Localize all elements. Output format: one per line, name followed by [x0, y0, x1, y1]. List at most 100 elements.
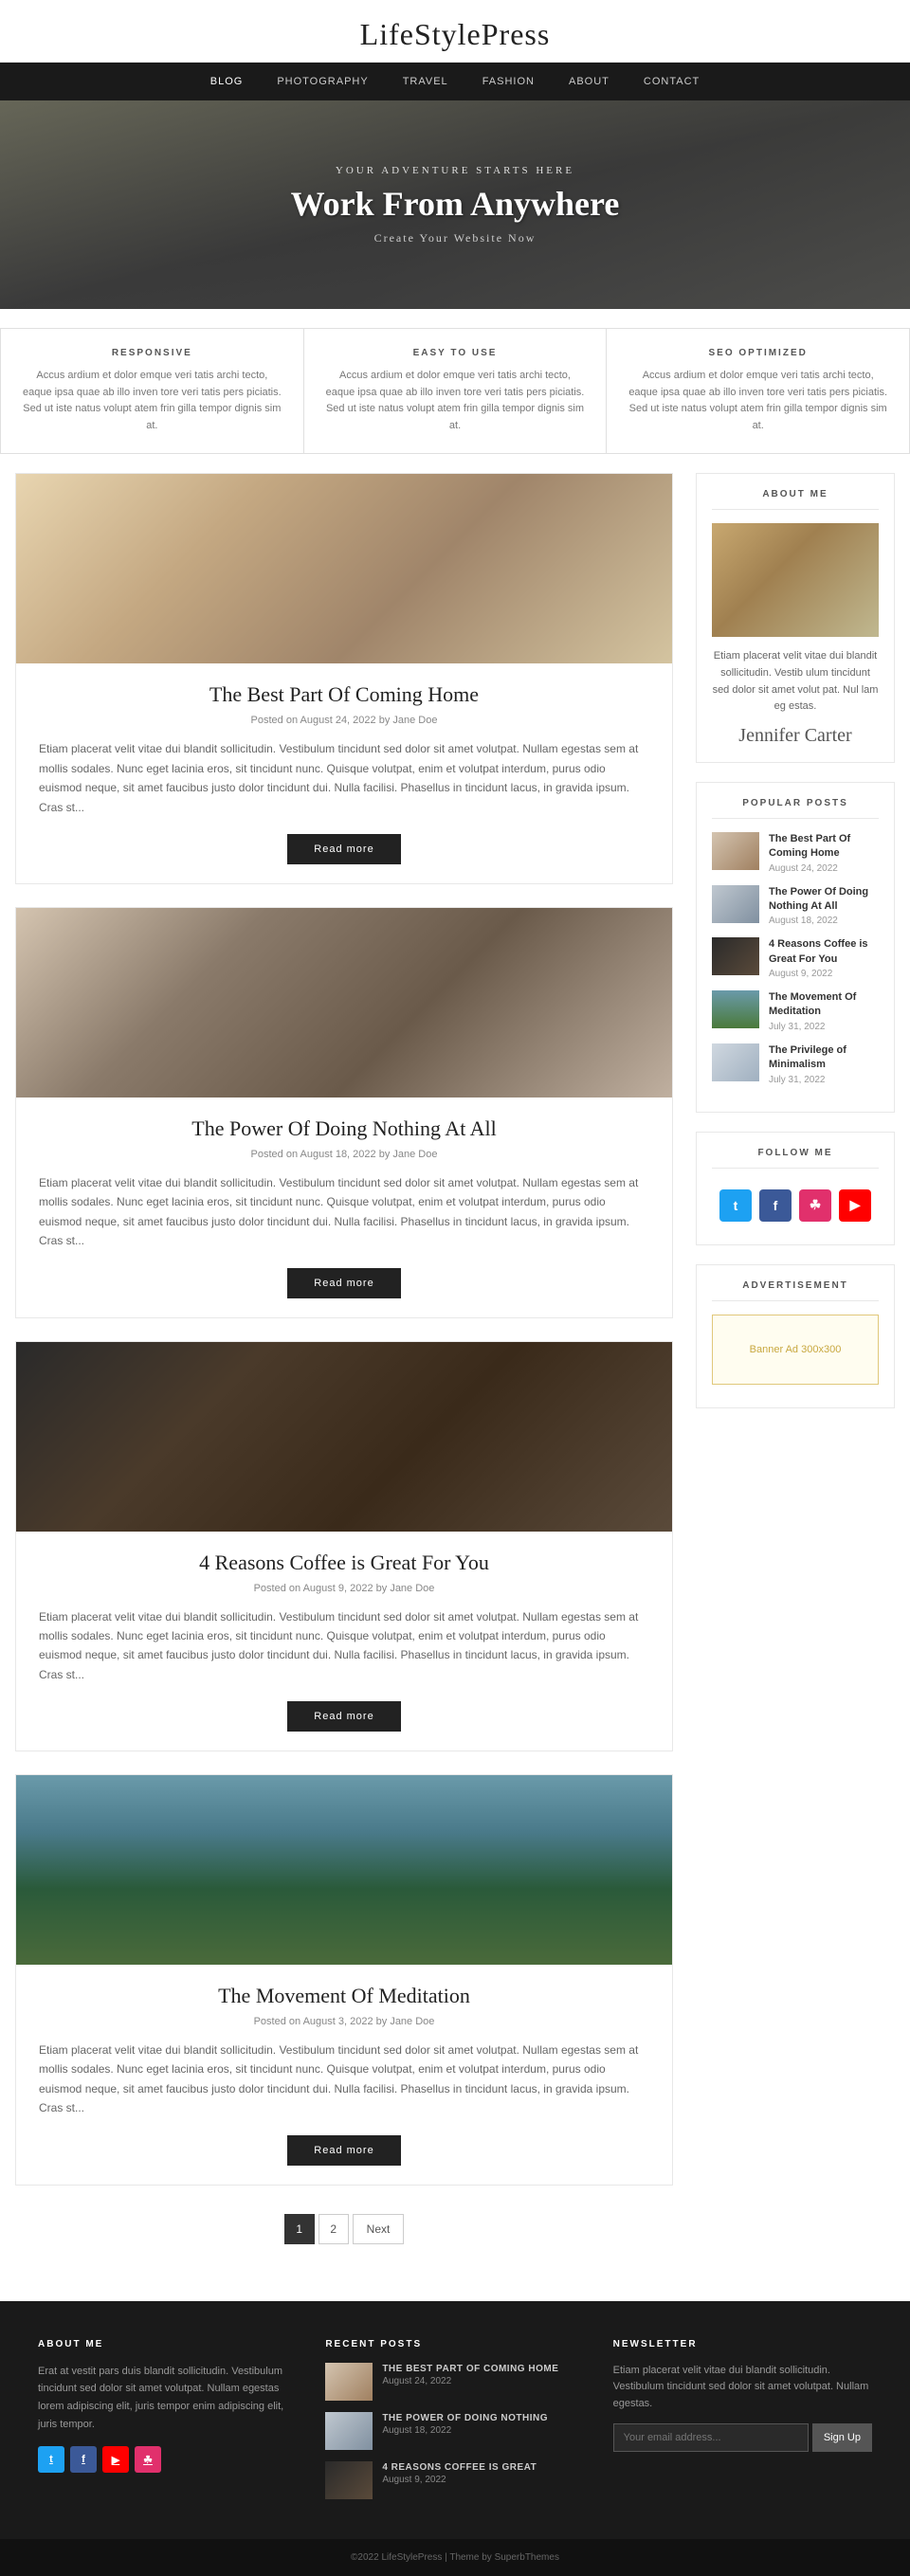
popular-title-5[interactable]: The Privilege of Minimalism [769, 1043, 879, 1073]
nav-item-photography[interactable]: PHOTOGRAPHY [260, 63, 385, 100]
hero-title: Work From Anywhere [291, 184, 620, 224]
feature-seo-text: Accus ardium et dolor emque veri tatis a… [628, 368, 888, 434]
footer-recent-thumb-3 [325, 2461, 373, 2499]
footer-about-widget: ABOUT ME Erat at vestit pars duis blandi… [38, 2339, 297, 2511]
footer-youtube-icon[interactable]: ▶ [102, 2446, 129, 2473]
feature-responsive-text: Accus ardium et dolor emque veri tatis a… [22, 368, 282, 434]
post-image-4 [16, 1775, 672, 1965]
footer: ABOUT ME Erat at vestit pars duis blandi… [0, 2301, 910, 2576]
popular-title-3[interactable]: 4 Reasons Coffee is Great For You [769, 937, 879, 967]
footer-recent-title-2[interactable]: THE POWER OF DOING NOTHING [382, 2412, 548, 2425]
post-card-4: The Movement Of Meditation Posted on Aug… [15, 1774, 673, 2186]
post-title-3: 4 Reasons Coffee is Great For You [39, 1551, 649, 1575]
post-image-3 [16, 1342, 672, 1532]
post-title-4: The Movement Of Meditation [39, 1984, 649, 2008]
footer-about-title: ABOUT ME [38, 2339, 297, 2349]
feature-easy: EASY TO USE Accus ardium et dolor emque … [304, 329, 608, 453]
twitter-icon[interactable]: t [719, 1189, 752, 1222]
popular-date-3: August 9, 2022 [769, 969, 879, 979]
post-meta-1: Posted on August 24, 2022 by Jane Doe [39, 715, 649, 726]
footer-bottom: ©2022 LifeStylePress | Theme by SuperbTh… [0, 2539, 910, 2576]
instagram-icon[interactable]: ☘ [799, 1189, 831, 1222]
popular-post-2: The Power Of Doing Nothing At All August… [712, 885, 879, 927]
site-header: LifeStylePress [0, 0, 910, 63]
popular-posts-widget: POPULAR POSTS The Best Part Of Coming Ho… [696, 782, 895, 1113]
post-card-1: The Best Part Of Coming Home Posted on A… [15, 473, 673, 884]
post-image-2 [16, 908, 672, 1098]
feature-seo-title: SEO OPTIMIZED [628, 348, 888, 358]
post-meta-2: Posted on August 18, 2022 by Jane Doe [39, 1149, 649, 1160]
popular-info-4: The Movement Of Meditation July 31, 2022 [769, 990, 879, 1032]
footer-newsletter-text: Etiam placerat velit vitae dui blandit s… [613, 2363, 872, 2413]
nav-item-fashion[interactable]: FASHION [465, 63, 552, 100]
page-btn-next[interactable]: Next [353, 2214, 405, 2244]
footer-recent-title-1[interactable]: THE BEST PART OF COMING HOME [382, 2363, 558, 2376]
follow-widget-title: FOLLOW ME [712, 1148, 879, 1169]
facebook-icon[interactable]: f [759, 1189, 792, 1222]
footer-recent-date-3: August 9, 2022 [382, 2475, 537, 2485]
hero-subtitle: Your Adventure Starts Here [291, 165, 620, 176]
read-more-button-2[interactable]: Read more [287, 1268, 400, 1298]
footer-recent-date-1: August 24, 2022 [382, 2376, 558, 2386]
social-icons: t f ☘ ▶ [712, 1182, 879, 1229]
post-excerpt-3: Etiam placerat velit vitae dui blandit s… [39, 1607, 649, 1685]
footer-widgets: ABOUT ME Erat at vestit pars duis blandi… [0, 2301, 910, 2539]
about-widget: ABOUT ME Etiam placerat velit vitae dui … [696, 473, 895, 762]
read-more-button-4[interactable]: Read more [287, 2135, 400, 2166]
post-excerpt-1: Etiam placerat velit vitae dui blandit s… [39, 739, 649, 817]
nav-item-contact[interactable]: CONTACT [627, 63, 717, 100]
nav-item-travel[interactable]: TRAVEL [386, 63, 465, 100]
post-body-3: 4 Reasons Coffee is Great For You Posted… [16, 1532, 672, 1751]
read-more-button-1[interactable]: Read more [287, 834, 400, 864]
footer-recent-post-2: THE POWER OF DOING NOTHING August 18, 20… [325, 2412, 584, 2450]
footer-recent-post-3: 4 REASONS COFFEE IS GREAT August 9, 2022 [325, 2461, 584, 2499]
youtube-icon[interactable]: ▶ [839, 1189, 871, 1222]
footer-bottom-text: ©2022 LifeStylePress | Theme by SuperbTh… [13, 2552, 897, 2563]
popular-date-4: July 31, 2022 [769, 1022, 879, 1032]
popular-posts-title: POPULAR POSTS [712, 798, 879, 819]
feature-responsive: RESPONSIVE Accus ardium et dolor emque v… [1, 329, 304, 453]
feature-seo: SEO OPTIMIZED Accus ardium et dolor emqu… [607, 329, 909, 453]
footer-twitter-icon[interactable]: t [38, 2446, 64, 2473]
post-body-4: The Movement Of Meditation Posted on Aug… [16, 1965, 672, 2185]
ad-box: Banner Ad 300x300 [712, 1315, 879, 1385]
page-btn-2[interactable]: 2 [318, 2214, 349, 2244]
popular-post-3: 4 Reasons Coffee is Great For You August… [712, 937, 879, 979]
feature-easy-text: Accus ardium et dolor emque veri tatis a… [325, 368, 586, 434]
footer-facebook-icon[interactable]: f [70, 2446, 97, 2473]
post-excerpt-4: Etiam placerat velit vitae dui blandit s… [39, 2041, 649, 2118]
sidebar: ABOUT ME Etiam placerat velit vitae dui … [696, 473, 895, 2272]
ad-text: Banner Ad 300x300 [741, 1344, 849, 1355]
footer-recent-thumb-2 [325, 2412, 373, 2450]
footer-recent-posts-widget: RECENT POSTS THE BEST PART OF COMING HOM… [325, 2339, 584, 2511]
popular-title-2[interactable]: The Power Of Doing Nothing At All [769, 885, 879, 915]
nav-item-about[interactable]: ABOUT [552, 63, 627, 100]
advertisement-title: ADVERTISEMENT [712, 1280, 879, 1301]
main-layout: The Best Part Of Coming Home Posted on A… [0, 473, 910, 2300]
footer-recent-title-3[interactable]: 4 REASONS COFFEE IS GREAT [382, 2461, 537, 2475]
follow-widget: FOLLOW ME t f ☘ ▶ [696, 1132, 895, 1245]
hero-section: Your Adventure Starts Here Work From Any… [0, 100, 910, 309]
popular-info-1: The Best Part Of Coming Home August 24, … [769, 832, 879, 874]
about-image [712, 523, 879, 637]
footer-instagram-icon[interactable]: ☘ [135, 2446, 161, 2473]
newsletter-signup-button[interactable]: Sign Up [812, 2423, 872, 2452]
popular-date-5: July 31, 2022 [769, 1075, 879, 1085]
footer-recent-info-3: 4 REASONS COFFEE IS GREAT August 9, 2022 [382, 2461, 537, 2485]
popular-thumb-1 [712, 832, 759, 870]
footer-newsletter-widget: NEWSLETTER Etiam placerat velit vitae du… [613, 2339, 872, 2511]
footer-newsletter-title: NEWSLETTER [613, 2339, 872, 2349]
page-btn-1[interactable]: 1 [284, 2214, 315, 2244]
popular-info-3: 4 Reasons Coffee is Great For You August… [769, 937, 879, 979]
newsletter-email-input[interactable] [613, 2423, 809, 2452]
popular-post-5: The Privilege of Minimalism July 31, 202… [712, 1043, 879, 1085]
popular-title-1[interactable]: The Best Part Of Coming Home [769, 832, 879, 862]
popular-thumb-5 [712, 1043, 759, 1081]
hero-tagline: Create Your Website Now [291, 231, 620, 245]
feature-responsive-title: RESPONSIVE [22, 348, 282, 358]
read-more-button-3[interactable]: Read more [287, 1701, 400, 1732]
popular-title-4[interactable]: The Movement Of Meditation [769, 990, 879, 1020]
footer-social-icons: t f ▶ ☘ [38, 2446, 297, 2473]
post-image-1 [16, 474, 672, 663]
nav-item-blog[interactable]: BLOG [193, 63, 261, 100]
